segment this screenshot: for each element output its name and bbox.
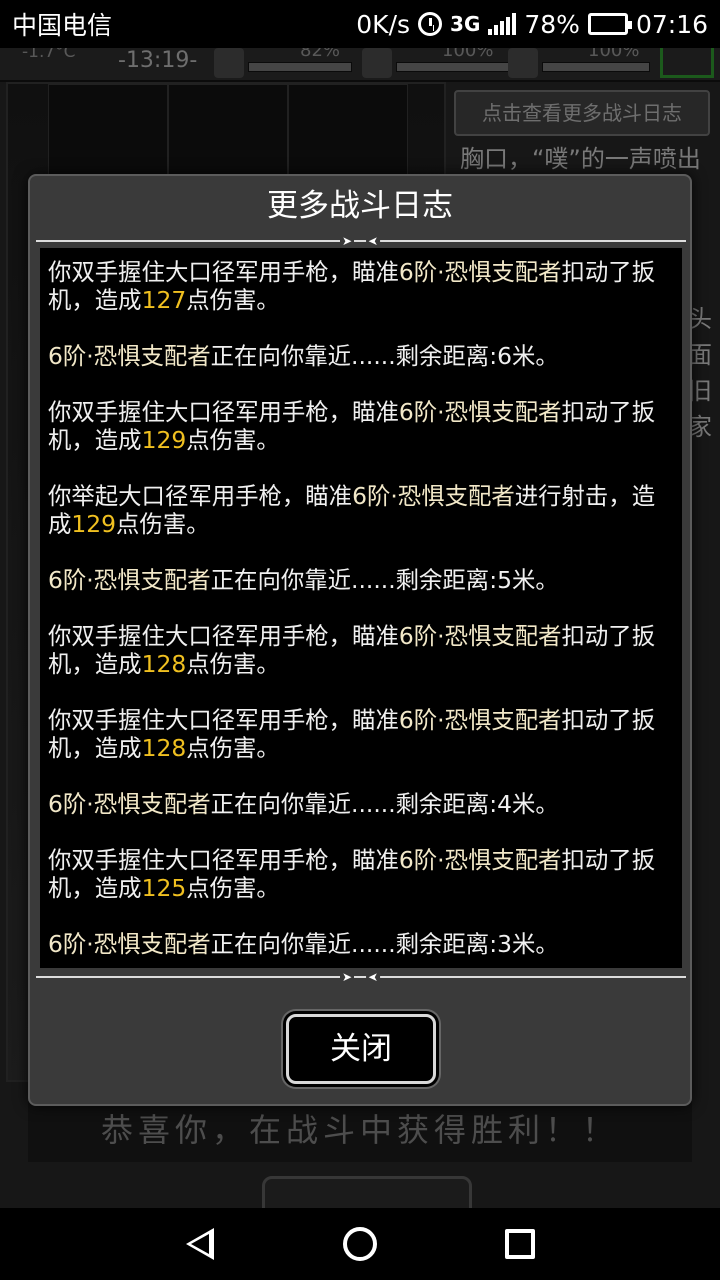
arrow-right-icon: ➤ — [340, 234, 355, 248]
log-entry: 你举起大口径军用手枪，瞄准6阶·恐惧支配者进行射击，造成129点伤害。 — [48, 482, 666, 538]
log-list[interactable]: 你双手握住大口径军用手枪，瞄准6阶·恐惧支配者扣动了扳机，造成127点伤害。 6阶… — [40, 248, 682, 968]
clock: 07:16 — [635, 9, 708, 39]
arrow-left-icon: ➤ — [366, 970, 381, 984]
log-entry: 6阶·恐惧支配者正在向你靠近......剩余距离:4米。 — [48, 790, 666, 818]
log-text: 你双手握住大口径军用手枪，瞄准 — [48, 846, 399, 874]
log-text: 正在向你靠近......剩余距离:4米。 — [210, 790, 559, 818]
log-text: 你双手握住大口径军用手枪，瞄准 — [48, 398, 399, 426]
recent-apps-icon[interactable] — [505, 1229, 535, 1259]
enemy-name: 6阶·恐惧支配者 — [352, 482, 515, 510]
enemy-name: 6阶·恐惧支配者 — [398, 398, 562, 426]
battery-icon — [587, 13, 632, 35]
enemy-name: 6阶·恐惧支配者 — [48, 930, 211, 958]
arrow-right-icon: ➤ — [340, 970, 355, 984]
log-text: 你举起大口径军用手枪，瞄准 — [48, 482, 353, 510]
dialog-title: 更多战斗日志 — [267, 188, 453, 224]
log-text: 你双手握住大口径军用手枪，瞄准 — [48, 622, 399, 650]
enemy-name: 6阶·恐惧支配者 — [398, 846, 562, 874]
enemy-name: 6阶·恐惧支配者 — [398, 706, 562, 734]
log-entry: 你双手握住大口径军用手枪，瞄准6阶·恐惧支配者扣动了扳机，造成128点伤害。 — [48, 706, 666, 762]
carrier-name: 中国电信 — [12, 11, 113, 40]
log-text: 点伤害。 — [186, 734, 280, 762]
log-text: 正在向你靠近......剩余距离:3米。 — [210, 930, 559, 958]
log-text: 你双手握住大口径军用手枪，瞄准 — [48, 706, 399, 734]
log-text: 正在向你靠近......剩余距离:6米。 — [210, 342, 559, 370]
damage-value: 128 — [141, 650, 187, 678]
damage-value: 128 — [141, 734, 187, 762]
arrow-left-icon: ➤ — [366, 234, 381, 248]
battery-percent: 78% — [524, 9, 580, 39]
top-divider: ➤ ➤ — [36, 234, 686, 248]
log-entry: 6阶·恐惧支配者正在向你靠近......剩余距离:3米。 — [48, 930, 666, 958]
enemy-name: 6阶·恐惧支配者 — [48, 342, 211, 370]
log-entry: 6阶·恐惧支配者正在向你靠近......剩余距离:6米。 — [48, 342, 666, 370]
damage-value: 129 — [71, 510, 117, 538]
damage-value: 129 — [141, 426, 187, 454]
back-icon[interactable] — [186, 1228, 214, 1260]
log-text: 点伤害。 — [116, 510, 210, 538]
close-button[interactable]: 关闭 — [286, 1014, 436, 1084]
enemy-name: 6阶·恐惧支配者 — [48, 566, 211, 594]
battle-log-dialog: 更多战斗日志 ➤ ➤ 你双手握住大口径军用手枪，瞄准6阶·恐惧支配者扣动了扳机，… — [28, 174, 692, 1106]
log-entry: 你双手握住大口径军用手枪，瞄准6阶·恐惧支配者扣动了扳机，造成127点伤害。 — [48, 258, 666, 314]
enemy-name: 6阶·恐惧支配者 — [398, 258, 562, 286]
log-text: 你双手握住大口径军用手枪，瞄准 — [48, 258, 399, 286]
enemy-name: 6阶·恐惧支配者 — [48, 790, 211, 818]
log-text: 点伤害。 — [186, 650, 280, 678]
enemy-name: 6阶·恐惧支配者 — [398, 622, 562, 650]
damage-value: 127 — [141, 286, 187, 314]
signal-icon — [488, 13, 517, 35]
network-type: 3G — [450, 12, 481, 36]
damage-value: 125 — [141, 874, 187, 902]
net-speed: 0K/s — [356, 9, 411, 39]
status-icons: 0K/s 3G 78% 07:16 — [356, 10, 708, 39]
log-text: 点伤害。 — [186, 874, 280, 902]
navigation-bar — [0, 1208, 720, 1280]
log-entry: 你双手握住大口径军用手枪，瞄准6阶·恐惧支配者扣动了扳机，造成129点伤害。 — [48, 398, 666, 454]
log-text: 点伤害。 — [186, 286, 280, 314]
status-bar: 中国电信 0K/s 3G 78% 07:16 — [0, 0, 720, 48]
log-entry: 你双手握住大口径军用手枪，瞄准6阶·恐惧支配者扣动了扳机，造成125点伤害。 — [48, 846, 666, 902]
bottom-divider: ➤ ➤ — [36, 970, 686, 984]
log-entry: 你双手握住大口径军用手枪，瞄准6阶·恐惧支配者扣动了扳机，造成128点伤害。 — [48, 622, 666, 678]
log-text: 正在向你靠近......剩余距离:5米。 — [210, 566, 559, 594]
log-entry: 6阶·恐惧支配者正在向你靠近......剩余距离:5米。 — [48, 566, 666, 594]
log-text: 点伤害。 — [186, 426, 280, 454]
alarm-icon — [418, 12, 443, 36]
home-icon[interactable] — [343, 1227, 377, 1261]
